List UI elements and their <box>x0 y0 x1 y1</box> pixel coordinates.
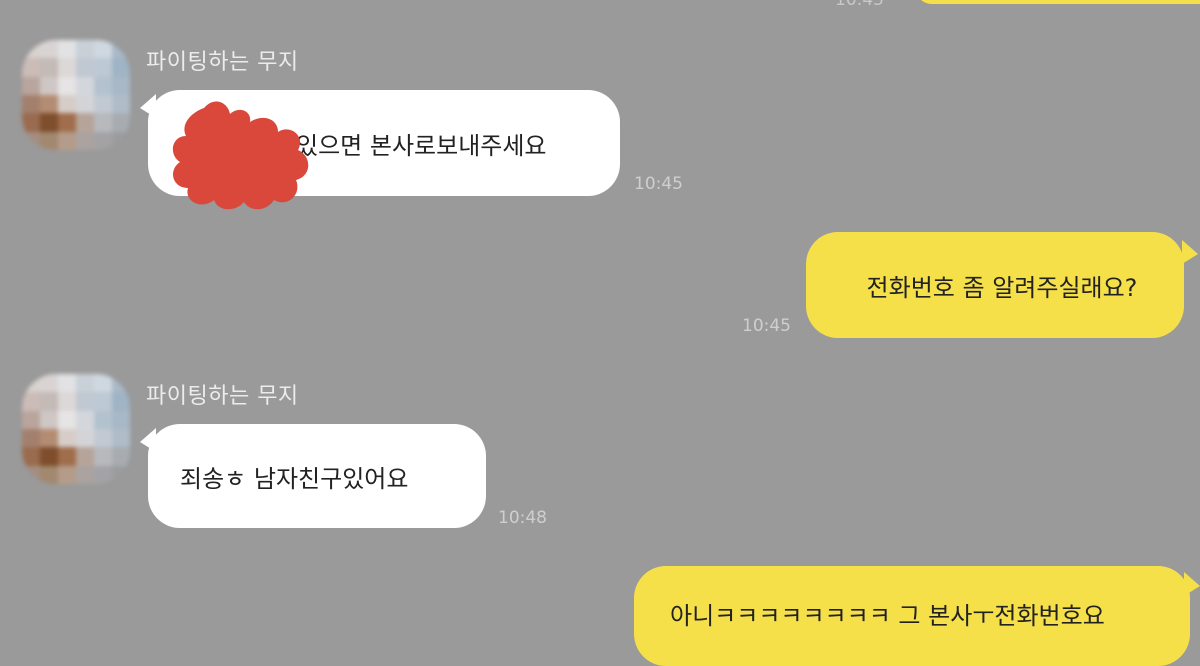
bubble-tail <box>1184 572 1200 596</box>
outgoing-message-bubble[interactable]: 아니ㅋㅋㅋㅋㅋㅋㅋㅋ 그 본사ㅜ전화번호요 <box>634 566 1190 666</box>
sender-name: 파이팅하는 무지 <box>146 50 299 75</box>
message-text: 전화번호 좀 알려주실래요? <box>866 273 1138 302</box>
bubble-tail <box>1182 240 1198 264</box>
message-text: 죄송ㅎ 남자친구있어요 <box>180 464 409 493</box>
sender-name: 파이팅하는 무지 <box>146 384 299 409</box>
message-text: 아니ㅋㅋㅋㅋㅋㅋㅋㅋ 그 본사ㅜ전화번호요 <box>670 602 1105 630</box>
message-text: 있으면 본사로보내주세요 <box>296 131 547 160</box>
message-time: 10:45 <box>835 0 884 10</box>
sender-avatar[interactable] <box>22 374 130 484</box>
message-time: 10:48 <box>498 508 547 528</box>
chat-window: 10:45 파이팅하는 무지 있으면 본사로보내주세요 10:45 전화번호 좀… <box>0 0 1200 666</box>
outgoing-message-bubble[interactable] <box>915 0 1200 4</box>
sender-avatar[interactable] <box>22 40 130 150</box>
message-time: 10:45 <box>634 174 683 194</box>
redaction-scribble <box>172 101 309 210</box>
message-time: 10:45 <box>742 316 791 336</box>
incoming-message-bubble[interactable]: 죄송ㅎ 남자친구있어요 <box>148 424 486 528</box>
outgoing-message-bubble[interactable]: 전화번호 좀 알려주실래요? <box>806 232 1184 338</box>
